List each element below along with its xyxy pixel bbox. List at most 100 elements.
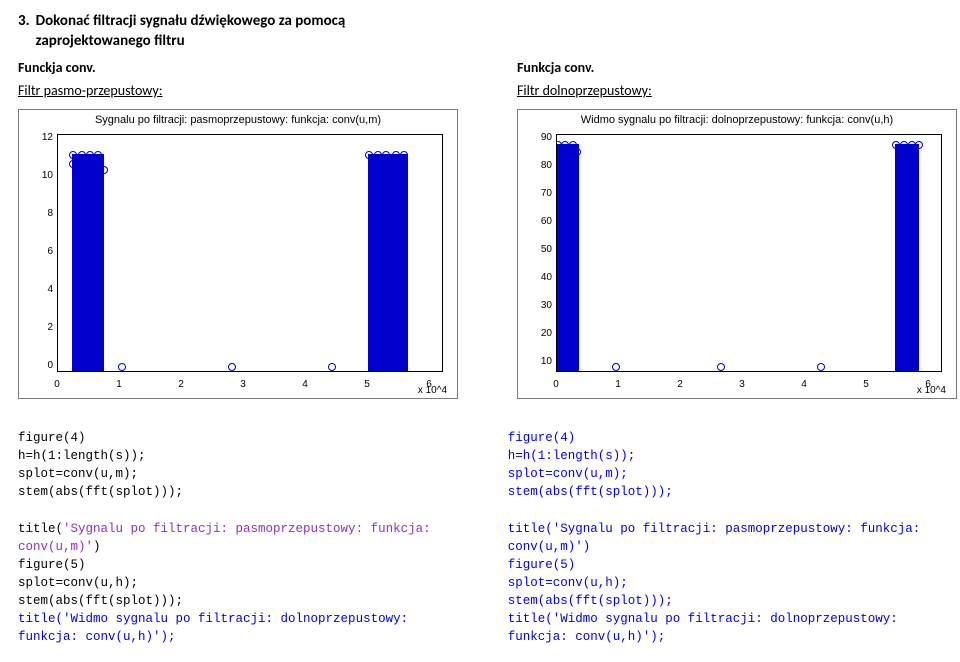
plot-area xyxy=(57,134,443,372)
stem-marker-icon xyxy=(374,151,382,159)
ytick: 70 xyxy=(522,188,552,199)
xtick: 4 xyxy=(302,379,308,390)
code-line: stem(abs(fft(splot))); xyxy=(18,594,183,608)
stem-marker-icon xyxy=(386,160,394,168)
stem-marker-icon xyxy=(365,151,373,159)
xtick: 5 xyxy=(863,379,869,390)
right-filter-label: Filtr dolnoprzepustowy: xyxy=(517,82,942,99)
code-line: figure(4) xyxy=(508,431,576,445)
code-line: splot=conv(u,h); xyxy=(508,576,628,590)
heading: 3. Dokonać filtracji sygnału dźwiękowego… xyxy=(18,12,942,51)
stem-marker-icon xyxy=(96,158,104,166)
code-line: title( xyxy=(508,612,553,626)
code-line: ) xyxy=(93,540,101,554)
code-line: splot=conv(u,m); xyxy=(508,467,628,481)
stem-marker-icon xyxy=(897,152,905,160)
stem-marker-icon xyxy=(86,151,94,159)
left-func-label: Funckja conv. xyxy=(18,59,443,76)
left-filter-label: Filtr pasmo-przepustowy: xyxy=(18,82,443,99)
stem-cluster xyxy=(895,144,919,371)
chart-title: Sygnalu po filtracji: pasmoprzepustowy: … xyxy=(19,114,457,126)
stem-marker-icon xyxy=(100,166,108,174)
xtick: 2 xyxy=(677,379,683,390)
chart-title: Widmo sygnalu po filtracji: dolnoprzepus… xyxy=(518,114,956,126)
code-line: stem(abs(fft(splot))); xyxy=(508,594,673,608)
stem-marker-icon xyxy=(398,164,406,172)
heading-text: Dokonać filtracji sygnału dźwiękowego za… xyxy=(36,12,456,51)
code-line: ) xyxy=(583,540,591,554)
stem-marker-icon xyxy=(892,141,900,149)
right-func-label: Funkcja conv. xyxy=(517,59,942,76)
ytick: 40 xyxy=(522,272,552,283)
ytick: 80 xyxy=(522,160,552,171)
code-string: 'Widmo sygnalu po filtracji: dolnoprzepu… xyxy=(18,612,416,644)
stem-marker-icon xyxy=(69,160,77,168)
code-line: stem(abs(fft(splot))); xyxy=(18,485,183,499)
stem-marker-icon xyxy=(559,151,567,159)
stem-marker-icon xyxy=(817,363,825,371)
left-column: Funckja conv. Filtr pasmo-przepustowy: S… xyxy=(18,55,443,399)
code-string: 'Widmo sygnalu po filtracji: dolnoprzepu… xyxy=(508,612,906,644)
ytick: 30 xyxy=(522,300,552,311)
stem-marker-icon xyxy=(118,363,126,371)
stem-marker-icon xyxy=(328,363,336,371)
code-row: figure(4) h=h(1:length(s)); splot=conv(u… xyxy=(18,429,942,647)
heading-number: 3. xyxy=(18,12,30,51)
xtick: 2 xyxy=(178,379,184,390)
stem-marker-icon xyxy=(382,151,390,159)
ytick: 10 xyxy=(522,356,552,367)
code-line: stem(abs(fft(splot))); xyxy=(508,485,673,499)
code-line: title( xyxy=(18,612,63,626)
code-line: title( xyxy=(508,522,553,536)
xtick: 1 xyxy=(116,379,122,390)
code-line: splot=conv(u,m); xyxy=(18,467,138,481)
stem-marker-icon xyxy=(909,150,917,158)
code-line: splot=conv(u,h); xyxy=(18,576,138,590)
code-line: figure(5) xyxy=(18,558,86,572)
ytick: 20 xyxy=(522,328,552,339)
chart-lowpass: Widmo sygnalu po filtracji: dolnoprzepus… xyxy=(517,109,957,399)
stem-marker-icon xyxy=(915,141,923,149)
stem-marker-icon xyxy=(392,151,400,159)
ytick: 12 xyxy=(23,132,53,143)
xtick: 0 xyxy=(553,379,559,390)
stem-marker-icon xyxy=(900,141,908,149)
code-left: figure(4) h=h(1:length(s)); splot=conv(u… xyxy=(18,429,452,647)
xtick: 5 xyxy=(364,379,370,390)
xtick: 3 xyxy=(240,379,246,390)
xtick: 3 xyxy=(739,379,745,390)
stem-marker-icon xyxy=(400,151,408,159)
ytick: 6 xyxy=(23,246,53,257)
code-line: ); xyxy=(650,630,665,644)
code-line: figure(5) xyxy=(508,558,576,572)
stem-marker-icon xyxy=(370,162,378,170)
stem-cluster xyxy=(557,144,579,371)
stem-marker-icon xyxy=(573,148,581,156)
code-string: 'Sygnalu po filtracji: pasmoprzepustowy:… xyxy=(18,522,438,554)
xtick: 0 xyxy=(54,379,60,390)
xtick: 1 xyxy=(615,379,621,390)
code-line: h=h(1:length(s)); xyxy=(508,449,636,463)
code-line: figure(4) xyxy=(18,431,86,445)
code-line: ); xyxy=(161,630,176,644)
ytick: 0 xyxy=(23,360,53,371)
stem-cluster xyxy=(72,154,104,371)
ytick: 60 xyxy=(522,216,552,227)
ytick: 8 xyxy=(23,208,53,219)
ytick: 90 xyxy=(522,132,552,143)
right-column: Funkcja conv. Filtr dolnoprzepustowy: Wi… xyxy=(517,55,942,399)
chart-bandpass: Sygnalu po filtracji: pasmoprzepustowy: … xyxy=(18,109,458,399)
code-right: figure(4) h=h(1:length(s)); splot=conv(u… xyxy=(508,429,942,647)
ytick: 50 xyxy=(522,244,552,255)
code-line: title( xyxy=(18,522,63,536)
x-exponent: x 10^4 xyxy=(917,385,946,396)
stem-marker-icon xyxy=(69,151,77,159)
ytick: 4 xyxy=(23,284,53,295)
x-exponent: x 10^4 xyxy=(418,385,447,396)
stem-marker-icon xyxy=(78,151,86,159)
code-line: h=h(1:length(s)); xyxy=(18,449,146,463)
stem-cluster xyxy=(368,154,408,371)
xtick: 4 xyxy=(801,379,807,390)
stem-marker-icon xyxy=(717,363,725,371)
code-string: 'Sygnalu po filtracji: pasmoprzepustowy:… xyxy=(508,522,928,554)
